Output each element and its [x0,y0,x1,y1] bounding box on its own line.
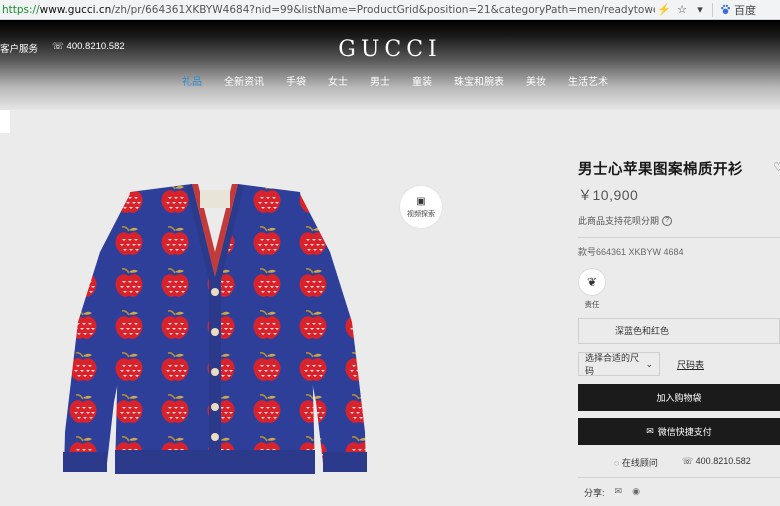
paw-icon [721,4,730,15]
toolbar-divider [712,2,713,17]
wechat-pay-label: 微信快捷支付 [657,427,712,437]
share-label: 分享: [584,488,605,498]
url-text[interactable]: https://www.gucci.cn/zh/pr/664361XKBYW46… [0,4,655,16]
nav-children[interactable]: 童装 [412,73,432,88]
browser-address-bar[interactable]: https://www.gucci.cn/zh/pr/664361XKBYW46… [0,0,780,20]
url-protocol: https:// [2,3,40,16]
url-path: /zh/pr/664361XKBYW4684?nid=99&listName=P… [111,3,655,16]
wishlist-heart-icon[interactable]: ♡ [773,160,780,174]
online-consult-link[interactable]: ◌ 在线顾问 [614,456,658,469]
visual-search-button[interactable]: ▣ 视频探索 [400,186,442,228]
share-row: 分享: ✉ ◉ [578,477,780,499]
nav-beauty[interactable]: 美妆 [526,73,546,88]
size-row: 选择合适的尺码 ⌄ 尺码表 [578,352,780,376]
divider [578,237,780,238]
responsibility-label: 责任 [584,300,600,309]
nav-new[interactable]: 全新资讯 [224,73,264,88]
product-image-cardigan[interactable] [60,182,370,486]
product-info-panel: 男士心苹果图案棉质开衫 ♡ ￥10,900 此商品支持花呗分期 ? 款号6643… [578,158,780,499]
installment-text: 此商品支持花呗分期 [578,216,660,226]
nav-jewelry-watches[interactable]: 珠宝和腕表 [454,73,504,88]
size-select[interactable]: 选择合适的尺码 ⌄ [578,352,660,376]
wechat-pay-button[interactable]: ✉ 微信快捷支付 [578,418,780,445]
installment-note: 此商品支持花呗分期 ? [578,214,780,227]
nav-gifts[interactable]: 礼品 [182,73,202,88]
product-sku: 款号664361 XKBYW 4684 [578,247,684,257]
play-icon: ▣ [416,196,426,207]
visual-search-label: 视频探索 [407,211,435,218]
site-header: 客户服务 ☏ 400.8210.582 GUCCI 礼品 全新资讯 手袋 女士 … [0,20,780,110]
search-engine-label: 百度 [734,4,756,17]
size-select-label: 选择合适的尺码 [585,353,640,376]
side-tab[interactable] [0,110,10,133]
contact-phone-number: 400.8210.582 [695,456,751,466]
contact-phone[interactable]: ☏ 400.8210.582 [682,456,751,469]
add-to-cart-label: 加入购物袋 [656,393,702,403]
weibo-share-icon[interactable]: ◉ [632,486,640,499]
info-icon[interactable]: ? [662,215,673,226]
product-price: ￥10,900 [578,187,639,203]
search-engine-box[interactable]: 百度 [716,2,780,18]
url-domain: www.gucci.cn [39,3,112,16]
nav-lifestyle[interactable]: 生活艺术 [568,73,608,88]
chat-icon: ◌ [614,458,620,468]
size-chart-link[interactable]: 尺码表 [677,358,704,371]
color-swatch-selector[interactable]: 深蓝色和红色 [578,318,780,344]
nav-men[interactable]: 男士 [370,73,390,88]
product-title: 男士心苹果图案棉质开衫 [578,162,743,178]
nav-women[interactable]: 女士 [328,73,348,88]
chevron-down-icon: ⌄ [645,358,653,369]
responsibility-badge[interactable]: ❦ 责任 [578,268,606,310]
online-consult-label: 在线顾问 [621,458,658,468]
bookmark-star-icon[interactable]: ☆ [673,3,691,16]
add-to-cart-button[interactable]: 加入购物袋 [578,384,780,411]
main-nav: 礼品 全新资讯 手袋 女士 男士 童装 珠宝和腕表 美妆 生活艺术 [0,73,780,88]
url-dropdown-icon[interactable]: ▾ [691,3,709,16]
gucci-logo[interactable]: GUCCI [0,37,780,62]
wechat-icon: ✉ [646,426,654,436]
bolt-icon[interactable]: ⚡ [655,3,673,16]
phone-icon: ☏ [681,456,694,466]
wechat-share-icon[interactable]: ✉ [615,486,623,499]
contact-row: ◌ 在线顾问 ☏ 400.8210.582 [578,456,780,469]
nav-handbags[interactable]: 手袋 [286,73,306,88]
leaf-icon: ❦ [578,268,606,296]
